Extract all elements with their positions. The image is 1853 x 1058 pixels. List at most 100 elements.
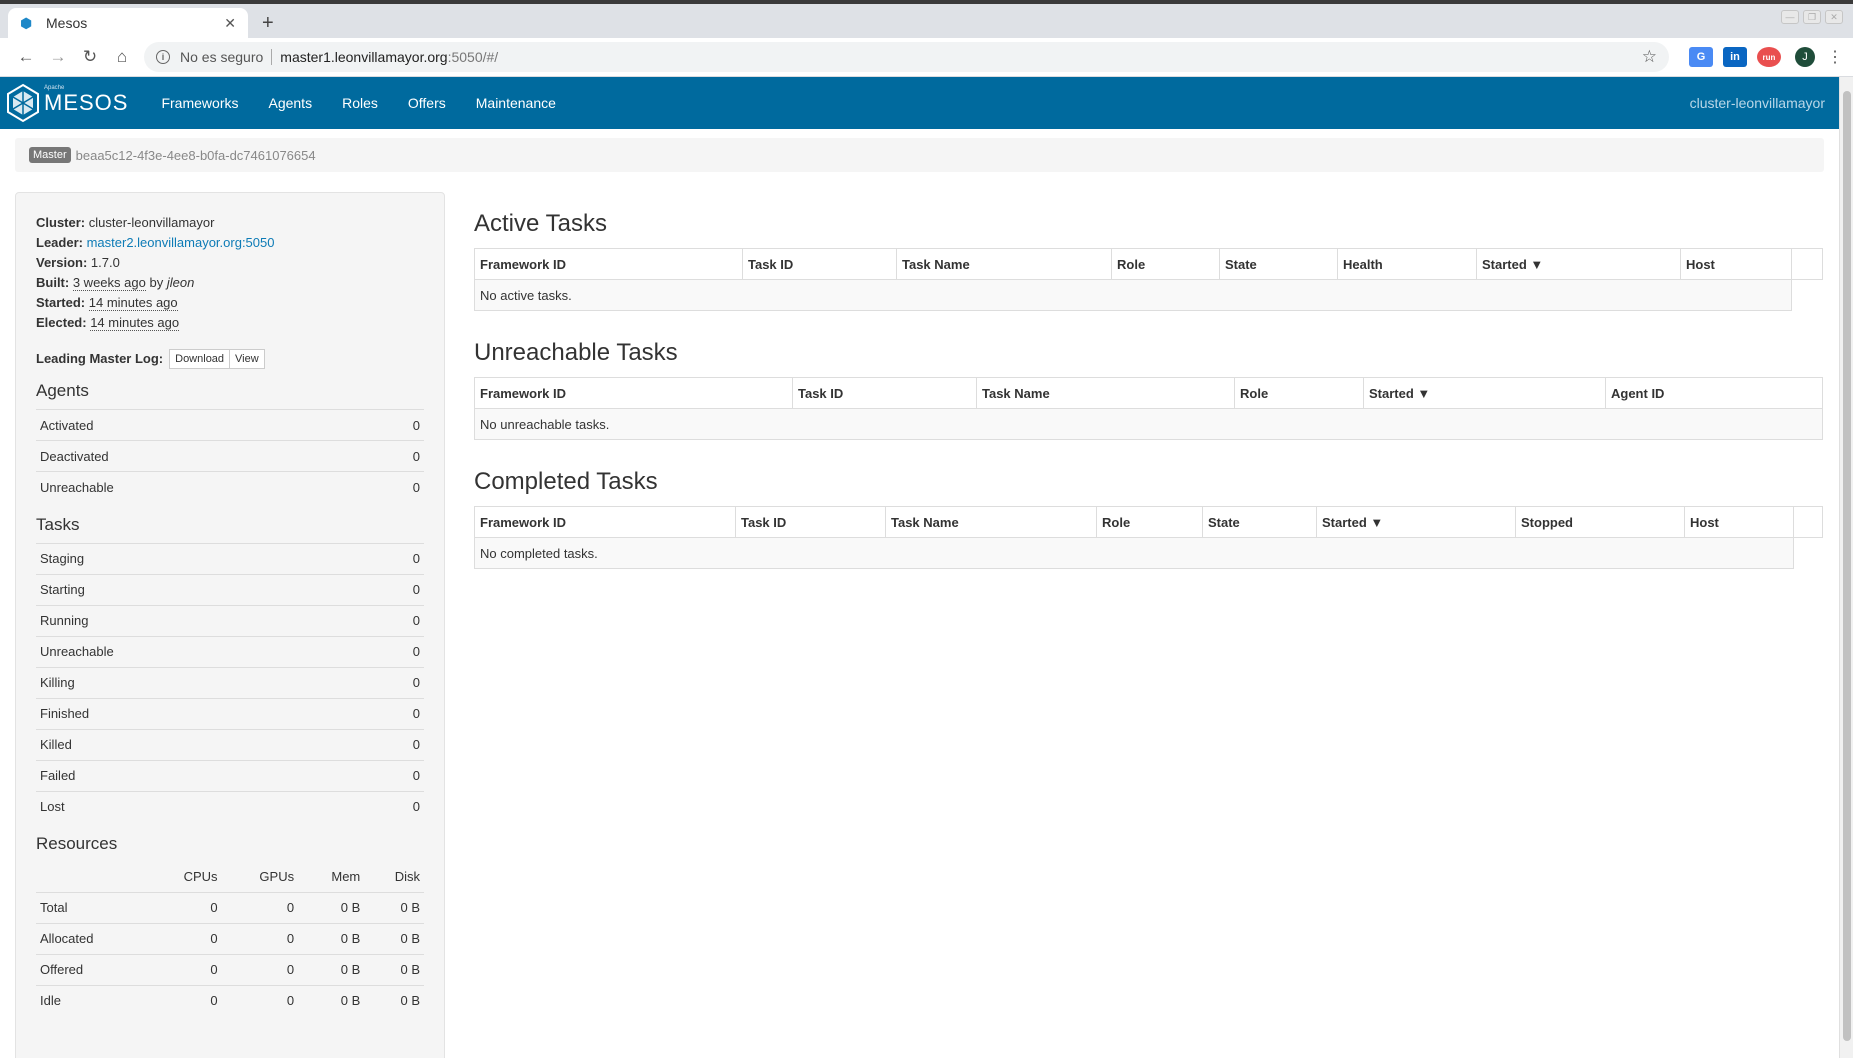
page-scrollbar[interactable] <box>1839 77 1853 1058</box>
table-row: Offered 0 0 0 B 0 B <box>36 953 424 985</box>
close-tab-icon[interactable]: ✕ <box>224 15 236 32</box>
col-state[interactable]: State <box>1219 248 1338 280</box>
empty-cell <box>1791 279 1823 311</box>
tasks-starting-value: 0 <box>363 573 424 605</box>
col-role[interactable]: Role <box>1111 248 1220 280</box>
col-task-name[interactable]: Task Name <box>976 377 1235 409</box>
started-time[interactable]: 14 minutes ago <box>88 295 178 311</box>
tasks-staging-label: Staging <box>36 542 364 574</box>
download-log-button[interactable]: Download <box>169 349 231 369</box>
scrollbar-thumb[interactable] <box>1843 91 1851 1041</box>
close-window-icon[interactable]: ✕ <box>1825 10 1843 24</box>
browser-tab[interactable]: ⬢ Mesos ✕ <box>8 8 248 38</box>
window-controls: — ❐ ✕ <box>1781 10 1843 24</box>
table-row: Allocated 0 0 0 B 0 B <box>36 922 424 954</box>
cluster-row: Cluster: cluster-leonvillamayor <box>36 213 424 233</box>
resources-offered-disk: 0 B <box>364 953 424 985</box>
cluster-name: cluster-leonvillamayor <box>1689 95 1825 111</box>
menu-icon[interactable]: ⋮ <box>1827 47 1843 67</box>
linkedin-extension-icon[interactable]: in <box>1723 47 1747 67</box>
col-task-id[interactable]: Task ID <box>735 506 886 538</box>
address-bar[interactable]: i No es seguro master1.leonvillamayor.or… <box>144 42 1669 72</box>
nav-agents[interactable]: Agents <box>253 95 327 111</box>
security-status[interactable]: No es seguro <box>180 49 263 65</box>
col-task-id[interactable]: Task ID <box>792 377 977 409</box>
table-row: Total 0 0 0 B 0 B <box>36 891 424 923</box>
table-row: Killed 0 <box>36 728 424 760</box>
sidebar: Cluster: cluster-leonvillamayor Leader: … <box>15 192 445 1058</box>
reload-icon[interactable]: ↻ <box>74 47 106 67</box>
table-row: Deactivated 0 <box>36 440 424 472</box>
agents-activated-label: Activated <box>36 409 364 441</box>
home-icon[interactable]: ⌂ <box>106 47 138 67</box>
unreachable-tasks-section: Unreachable Tasks Framework ID Task ID T… <box>474 339 1824 440</box>
active-tasks-table: Framework ID Task ID Task Name Role Stat… <box>474 248 1823 311</box>
version-value: 1.7.0 <box>90 255 120 270</box>
col-state[interactable]: State <box>1202 506 1317 538</box>
col-framework-id[interactable]: Framework ID <box>474 377 793 409</box>
nav-maintenance[interactable]: Maintenance <box>461 95 571 111</box>
col-framework-id[interactable]: Framework ID <box>474 248 743 280</box>
col-started-sort[interactable]: Started ▼ <box>1363 377 1606 409</box>
unreachable-tasks-title: Unreachable Tasks <box>474 339 678 366</box>
col-role[interactable]: Role <box>1234 377 1364 409</box>
brand[interactable]: Apache MESOS <box>6 83 128 123</box>
col-started-sort[interactable]: Started ▼ <box>1316 506 1516 538</box>
brand-apache: Apache <box>44 85 65 91</box>
forward-icon[interactable]: → <box>42 47 74 67</box>
brand-text: Apache MESOS <box>44 85 129 116</box>
tab-strip: ⬢ Mesos ✕ + — ❐ ✕ <box>0 4 1853 38</box>
bookmark-star-icon[interactable]: ☆ <box>1642 47 1657 67</box>
col-task-name[interactable]: Task Name <box>885 506 1097 538</box>
table-row: Activated 0 <box>36 409 424 441</box>
tasks-killed-label: Killed <box>36 728 364 760</box>
minimize-icon[interactable]: — <box>1781 10 1799 24</box>
run-extension-icon[interactable]: run <box>1757 47 1781 67</box>
completed-tasks-table: Framework ID Task ID Task Name Role Stat… <box>474 506 1823 569</box>
tasks-running-label: Running <box>36 604 364 636</box>
nav-offers[interactable]: Offers <box>393 95 461 111</box>
mesos-navbar: Apache MESOS Frameworks Agents Roles Off… <box>0 77 1839 129</box>
col-task-id[interactable]: Task ID <box>742 248 897 280</box>
leader-link[interactable]: master2.leonvillamayor.org:5050 <box>87 235 275 250</box>
back-icon[interactable]: ← <box>10 47 42 67</box>
col-actions <box>1793 506 1823 538</box>
resources-header-row: CPUs GPUs Mem Disk <box>36 862 424 892</box>
col-stopped[interactable]: Stopped <box>1515 506 1685 538</box>
col-started-sort[interactable]: Started ▼ <box>1476 248 1681 280</box>
col-host[interactable]: Host <box>1680 248 1792 280</box>
resources-allocated-mem: 0 B <box>298 922 365 954</box>
elected-label: Elected: <box>36 315 87 330</box>
resources-offered-label: Offered <box>36 953 147 985</box>
table-row: Staging 0 <box>36 542 424 574</box>
url-host: master1.leonvillamayor.org <box>280 49 448 65</box>
col-agent-id[interactable]: Agent ID <box>1605 377 1823 409</box>
elected-time[interactable]: 14 minutes ago <box>90 315 180 331</box>
brand-name: MESOS <box>44 90 129 115</box>
col-health[interactable]: Health <box>1337 248 1477 280</box>
view-log-button[interactable]: View <box>230 349 265 369</box>
active-tasks-section: Active Tasks Framework ID Task ID Task N… <box>474 210 1824 311</box>
nav-frameworks[interactable]: Frameworks <box>146 95 253 111</box>
col-framework-id[interactable]: Framework ID <box>474 506 736 538</box>
restore-icon[interactable]: ❐ <box>1803 10 1821 24</box>
col-role[interactable]: Role <box>1096 506 1203 538</box>
master-log-label: Leading Master Log: <box>36 351 164 366</box>
resources-total-mem: 0 B <box>298 891 365 923</box>
table-row: No unreachable tasks. <box>474 408 1823 440</box>
info-icon[interactable]: i <box>156 50 170 64</box>
new-tab-icon[interactable]: + <box>262 12 274 35</box>
col-host[interactable]: Host <box>1684 506 1794 538</box>
profile-avatar[interactable]: J <box>1795 47 1815 67</box>
tab-title: Mesos <box>46 15 88 31</box>
col-task-name[interactable]: Task Name <box>896 248 1112 280</box>
nav-roles[interactable]: Roles <box>327 95 393 111</box>
started-row: Started: 14 minutes ago <box>36 293 424 313</box>
translate-extension-icon[interactable]: G <box>1689 47 1713 67</box>
page-viewport: Apache MESOS Frameworks Agents Roles Off… <box>0 77 1853 1058</box>
built-label: Built: <box>36 275 70 290</box>
active-tasks-header: Framework ID Task ID Task Name Role Stat… <box>474 248 1823 280</box>
resources-idle-gpus: 0 <box>221 984 299 1016</box>
leader-label: Leader: <box>36 235 83 250</box>
built-time[interactable]: 3 weeks ago <box>72 275 146 291</box>
